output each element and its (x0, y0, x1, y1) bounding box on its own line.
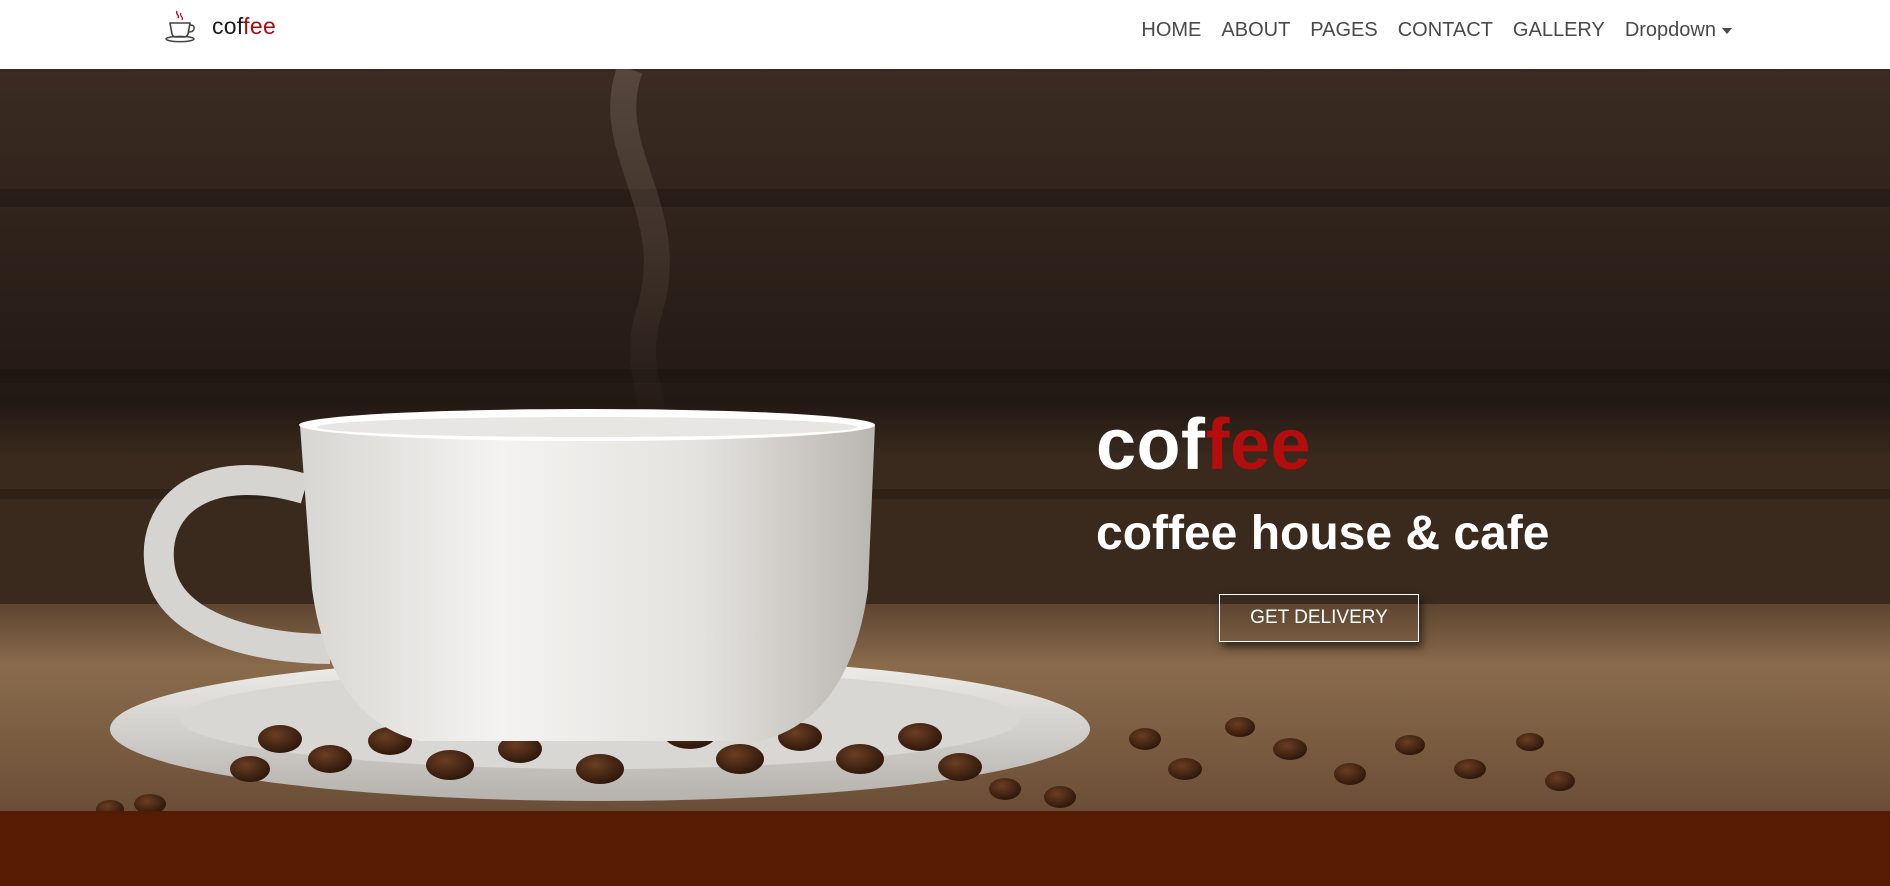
nav-item-about[interactable]: ABOUT (1221, 19, 1290, 42)
nav-dropdown-label: Dropdown (1624, 18, 1716, 41)
nav-item-pages[interactable]: PAGES (1310, 19, 1377, 42)
coffee-cup-icon (165, 10, 195, 43)
brand-name-part-red: fee (243, 12, 277, 39)
nav-dropdown-toggle[interactable]: Dropdown (1625, 19, 1732, 42)
nav-item-contact[interactable]: CONTACT (1398, 19, 1493, 42)
next-section-band (0, 811, 1890, 886)
brand-name: coffee (212, 13, 276, 40)
hero-title-part-white: cof (1096, 405, 1206, 485)
nav-item-gallery[interactable]: GALLERY (1513, 19, 1605, 42)
caret-down-icon (1722, 28, 1732, 34)
hero-coffee-image (0, 69, 1890, 811)
hero-title: coffee (1096, 409, 1311, 481)
hero-subtitle: coffee house & cafe (1096, 507, 1550, 560)
hero-banner: coffee coffee house & cafe GET DELIVERY (0, 69, 1890, 811)
brand-logo-link[interactable]: coffee (162, 6, 276, 46)
nav-item-home[interactable]: HOME (1141, 19, 1201, 42)
hero-title-part-red: fee (1205, 405, 1312, 485)
main-nav: HOME ABOUT PAGES CONTACT GALLERY Dropdow… (1141, 16, 1732, 44)
brand-name-part-dark: cof (212, 12, 244, 39)
navbar: coffee HOME ABOUT PAGES CONTACT GALLERY … (0, 0, 1890, 69)
get-delivery-button[interactable]: GET DELIVERY (1219, 594, 1419, 642)
